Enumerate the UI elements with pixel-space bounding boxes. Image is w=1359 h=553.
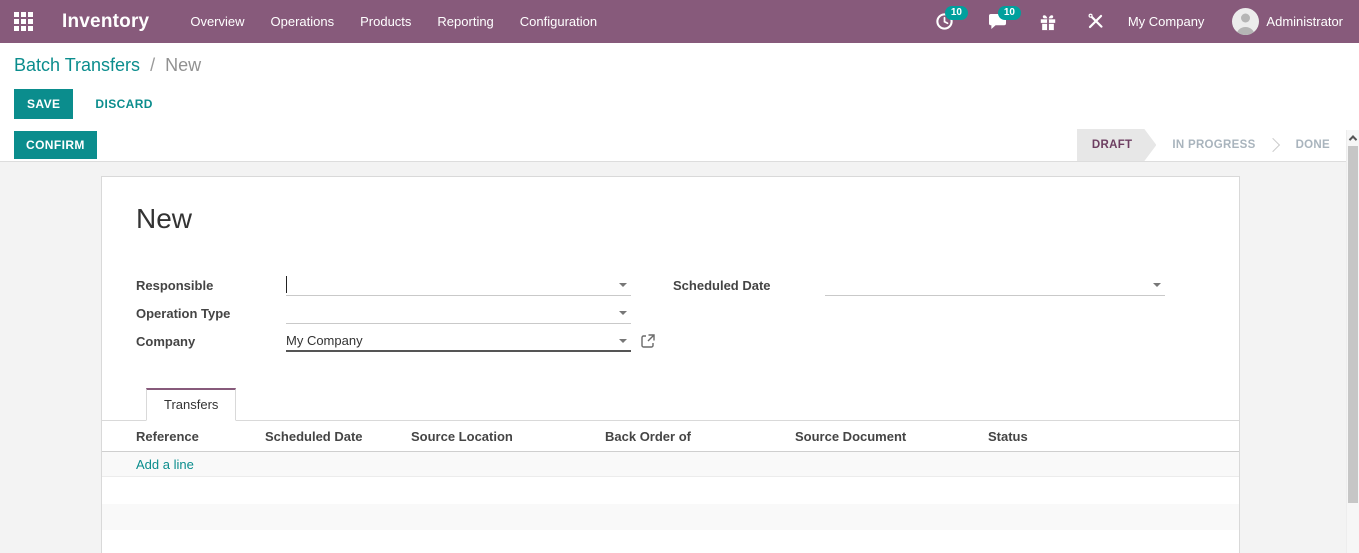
nav-item-operations[interactable]: Operations: [258, 0, 348, 43]
empty-row: [102, 477, 1239, 504]
scheduled-date-input[interactable]: [825, 274, 1165, 296]
gift-button[interactable]: [1029, 0, 1067, 43]
company-input[interactable]: My Company: [286, 330, 631, 352]
column-header-source-location: Source Location: [411, 428, 513, 444]
empty-row: [102, 504, 1239, 530]
company-label: Company: [136, 333, 196, 349]
tab-strip: Transfers: [102, 388, 1239, 421]
activities-badge: 10: [944, 6, 968, 20]
app-title: Inventory: [62, 10, 150, 32]
main-menu: Overview Operations Products Reporting C…: [177, 0, 610, 43]
breadcrumb-current: New: [165, 55, 202, 75]
discard-button[interactable]: DISCARD: [81, 89, 166, 119]
operation-type-dropdown-icon[interactable]: [619, 311, 627, 315]
avatar: [1232, 8, 1260, 35]
record-title: New: [136, 203, 193, 234]
breadcrumb: Batch Transfers / New: [14, 55, 201, 76]
column-header-back-order-of: Back Order of: [605, 428, 691, 444]
nav-item-reporting[interactable]: Reporting: [424, 0, 506, 43]
navbar-systray: 10 10 My Company Administrator: [925, 0, 1359, 43]
vertical-scrollbar: [1346, 130, 1359, 553]
company-value: My Company: [286, 332, 363, 348]
breadcrumb-separator: /: [150, 55, 156, 75]
statusbar: DRAFT IN PROGRESS DONE: [1077, 129, 1346, 161]
tab-transfers[interactable]: Transfers: [146, 388, 237, 421]
column-header-scheduled-date: Scheduled Date: [265, 428, 363, 444]
operation-type-input[interactable]: [286, 302, 631, 324]
status-step-draft[interactable]: DRAFT: [1077, 129, 1156, 161]
tools-icon: [1088, 13, 1103, 29]
scheduled-date-label: Scheduled Date: [673, 277, 771, 293]
scrollbar-thumb[interactable]: [1348, 146, 1358, 503]
form-sheet: New Responsible Scheduled Date Operation…: [101, 176, 1240, 553]
user-name: Administrator: [1266, 14, 1343, 29]
text-cursor: [286, 276, 287, 293]
column-header-status: Status: [988, 428, 1028, 444]
external-link-icon: [641, 334, 655, 348]
save-button[interactable]: SAVE: [14, 89, 74, 119]
operation-type-label: Operation Type: [136, 305, 231, 321]
form-fields: Responsible Scheduled Date Operation Typ…: [136, 271, 1199, 355]
record-buttons: SAVE DISCARD: [14, 89, 167, 119]
support-tools-button[interactable]: [1077, 0, 1114, 43]
responsible-dropdown-icon[interactable]: [619, 283, 627, 287]
nav-item-configuration[interactable]: Configuration: [507, 0, 610, 43]
messages-badge: 10: [997, 6, 1021, 20]
nav-item-products[interactable]: Products: [347, 0, 424, 43]
scroll-up-button[interactable]: [1347, 130, 1359, 145]
top-navbar: Inventory Overview Operations Products R…: [0, 0, 1359, 43]
company-external-link-button[interactable]: [641, 334, 655, 348]
empty-row: [102, 530, 1239, 553]
scheduled-date-dropdown-icon[interactable]: [1153, 283, 1161, 287]
transfers-table-header: Reference Scheduled Date Source Location…: [102, 421, 1239, 452]
company-dropdown-icon[interactable]: [619, 339, 627, 343]
nav-item-overview[interactable]: Overview: [177, 0, 257, 43]
breadcrumb-parent-link[interactable]: Batch Transfers: [14, 55, 140, 75]
messages-button[interactable]: 10: [978, 0, 1021, 43]
column-header-reference: Reference: [136, 428, 199, 444]
statusbar-row: CONFIRM DRAFT IN PROGRESS DONE: [0, 129, 1346, 161]
status-step-done[interactable]: DONE: [1280, 129, 1346, 161]
user-menu[interactable]: Administrator: [1218, 0, 1347, 43]
control-panel: Batch Transfers / New SAVE DISCARD CONFI…: [0, 43, 1359, 162]
responsible-input[interactable]: [286, 274, 631, 296]
confirm-button[interactable]: CONFIRM: [14, 131, 97, 159]
table-row: Add a line: [102, 452, 1239, 477]
apps-menu-icon[interactable]: [0, 0, 46, 43]
grid-icon: [13, 12, 33, 31]
gift-icon: [1040, 14, 1056, 30]
add-a-line-link[interactable]: Add a line: [136, 457, 194, 472]
chevron-up-icon: [1348, 134, 1358, 144]
company-switcher[interactable]: My Company: [1114, 0, 1219, 43]
person-icon: [1236, 13, 1255, 35]
column-header-source-document: Source Document: [795, 428, 907, 444]
notebook: Transfers Reference Scheduled Date Sourc…: [102, 388, 1239, 553]
status-step-in-progress[interactable]: IN PROGRESS: [1156, 129, 1271, 161]
activities-button[interactable]: 10: [925, 0, 968, 43]
responsible-label: Responsible: [136, 277, 214, 293]
